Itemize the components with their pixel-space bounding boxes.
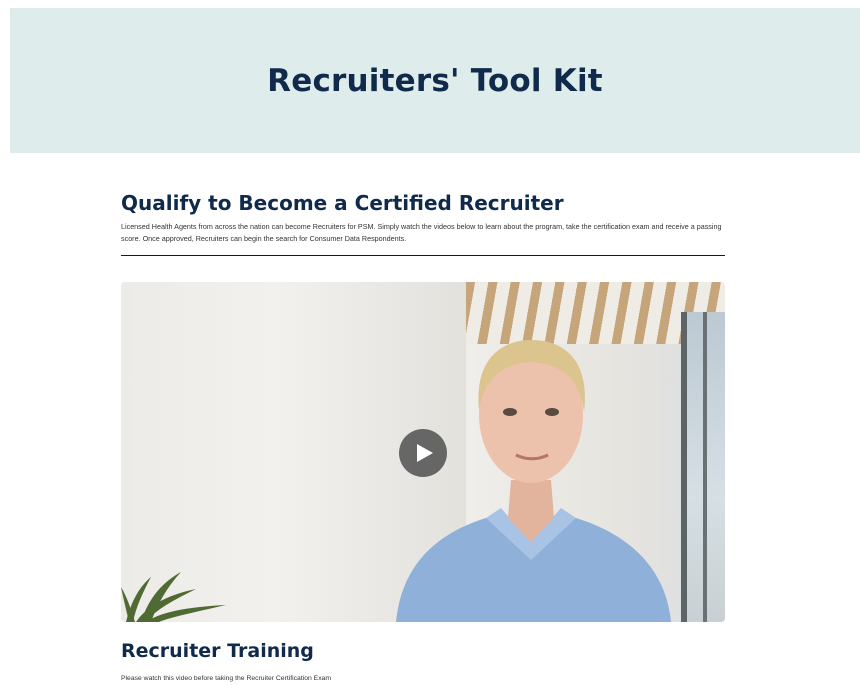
training-heading: Recruiter Training [121, 640, 314, 662]
qualify-section: Qualify to Become a Certified Recruiter … [121, 190, 725, 256]
video-thumbnail-plant [121, 572, 226, 622]
play-button[interactable] [399, 429, 447, 477]
page: Recruiters' Tool Kit Qualify to Become a… [0, 0, 860, 685]
training-note: Please watch this video before taking th… [121, 675, 332, 682]
play-icon [417, 444, 433, 462]
training-video-player[interactable] [121, 282, 725, 622]
page-title: Recruiters' Tool Kit [267, 62, 603, 99]
qualify-description: Licensed Health Agents from across the n… [121, 222, 722, 243]
training-section: Recruiter Training Please watch this vid… [121, 638, 725, 684]
hero-banner: Recruiters' Tool Kit [10, 8, 860, 153]
section-divider [121, 255, 725, 256]
qualify-heading: Qualify to Become a Certified Recruiter [121, 191, 564, 215]
video-thumbnail-window [681, 312, 725, 622]
